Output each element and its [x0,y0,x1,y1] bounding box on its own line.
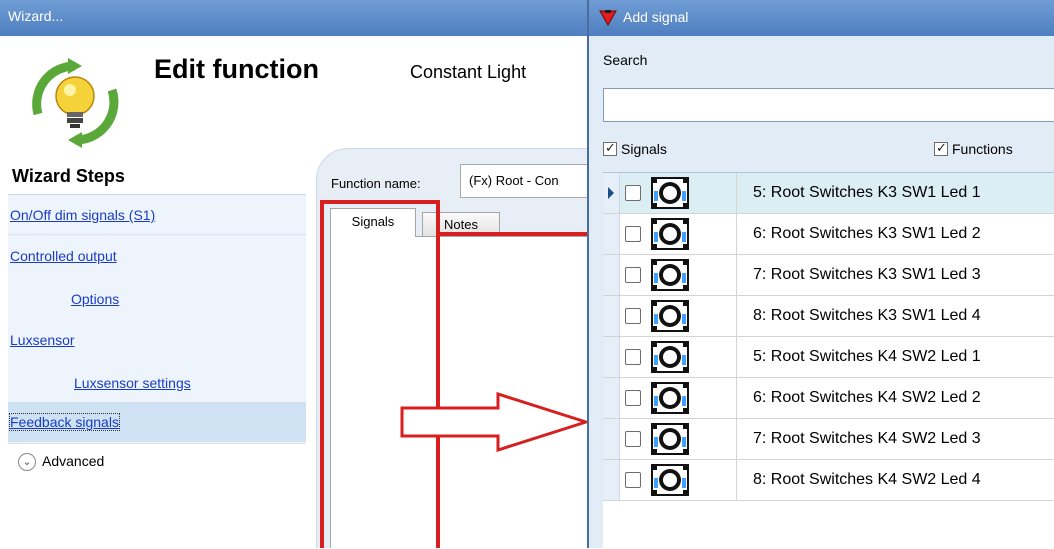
filter-functions-label: Functions [952,141,1013,158]
table-row[interactable]: 6: Root Switches K4 SW2 Led 2 [603,378,1054,419]
push-button-icon [651,341,689,373]
filter-signals[interactable]: Signals [603,140,667,157]
wizard-titlebar[interactable]: Wizard... [0,0,600,36]
push-button-icon [651,300,689,332]
push-button-icon [651,382,689,414]
row-checkbox[interactable] [625,349,641,365]
row-header[interactable] [603,337,620,377]
step-options[interactable]: Options [71,291,119,307]
dialog-title: Add signal [623,9,689,25]
signal-funnel-icon [599,10,617,26]
advanced-label: Advanced [42,453,105,469]
tab-signals[interactable]: Signals [330,208,416,237]
table-row[interactable]: 7: Root Switches K4 SW2 Led 3 [603,419,1054,460]
signal-label: 5: Root Switches K4 SW2 Led 1 [753,348,981,365]
wizard-title: Wizard... [8,8,64,24]
page-title: Edit function [154,54,319,84]
dialog-titlebar[interactable]: Add signal [589,0,1054,36]
column-divider [736,173,737,213]
push-button-icon [651,259,689,291]
row-header[interactable] [603,173,620,213]
signal-label: 8: Root Switches K3 SW1 Led 4 [753,307,981,324]
function-name-label: Function name: [331,176,421,191]
column-divider [736,419,737,459]
signals-checkbox[interactable] [603,140,617,157]
column-divider [736,337,737,377]
table-row[interactable]: 7: Root Switches K3 SW1 Led 3 [603,255,1054,296]
current-row-icon [608,187,614,199]
row-checkbox[interactable] [625,308,641,324]
step-divider [8,234,306,235]
table-row[interactable]: 8: Root Switches K4 SW2 Led 4 [603,460,1054,501]
row-checkbox[interactable] [625,267,641,283]
red-connector-line [440,232,600,236]
row-header[interactable] [603,419,620,459]
advanced-expander[interactable]: ⌄ Advanced [8,443,306,480]
row-checkbox[interactable] [625,472,641,488]
add-signal-dialog: Add signal Search Signals Functions 5: R… [587,0,1054,549]
push-button-icon [651,218,689,250]
step-feedback-row: Feedback signals [8,402,306,442]
row-checkbox[interactable] [625,390,641,406]
push-button-icon [651,177,689,209]
row-header[interactable] [603,214,620,254]
lightbulb-cycle-icon [32,58,119,148]
row-header[interactable] [603,460,620,500]
wizard-window: Wizard... Edit function Constant Light W… [0,0,600,548]
row-checkbox[interactable] [625,431,641,447]
signal-label: 8: Root Switches K4 SW2 Led 4 [753,471,981,488]
signal-label: 5: Root Switches K3 SW1 Led 1 [753,184,981,201]
step-luxsensor-settings[interactable]: Luxsensor settings [74,375,191,391]
search-label: Search [603,52,648,68]
row-checkbox[interactable] [625,226,641,242]
step-luxsensor[interactable]: Luxsensor [10,332,75,348]
function-name-input[interactable]: (Fx) Root - Con [460,164,600,198]
chevron-down-icon[interactable]: ⌄ [18,453,36,471]
signal-label: 7: Root Switches K3 SW1 Led 3 [753,266,981,283]
signal-label: 6: Root Switches K4 SW2 Led 2 [753,389,981,406]
row-header[interactable] [603,296,620,336]
push-button-icon [651,423,689,455]
push-button-icon [651,464,689,496]
step-controlled-output[interactable]: Controlled output [10,248,117,264]
column-divider [736,296,737,336]
search-input[interactable] [603,88,1054,122]
table-row[interactable]: 6: Root Switches K3 SW1 Led 2 [603,214,1054,255]
column-divider [736,378,737,418]
column-divider [736,460,737,500]
row-checkbox[interactable] [625,185,641,201]
signal-label: 7: Root Switches K4 SW2 Led 3 [753,430,981,447]
column-divider [736,255,737,295]
row-header[interactable] [603,378,620,418]
wizard-steps-panel: On/Off dim signals (S1) Controlled outpu… [8,194,306,548]
table-row[interactable]: 5: Root Switches K4 SW2 Led 1 [603,337,1054,378]
red-arrow-icon [400,392,590,452]
functions-checkbox[interactable] [934,140,948,157]
row-header[interactable] [603,255,620,295]
column-divider [736,214,737,254]
wizard-steps-heading: Wizard Steps [12,166,125,186]
signal-label: 6: Root Switches K3 SW1 Led 2 [753,225,981,242]
filter-signals-label: Signals [621,141,667,158]
table-row[interactable]: 8: Root Switches K3 SW1 Led 4 [603,296,1054,337]
steps-blank-area [8,479,306,548]
step-on-off-dim-signals[interactable]: On/Off dim signals (S1) [10,207,155,223]
step-feedback-signals[interactable]: Feedback signals [9,413,120,431]
function-type-label: Constant Light [410,62,527,82]
signal-grid: 5: Root Switches K3 SW1 Led 1 6: Root Sw… [603,172,1054,549]
filter-functions[interactable]: Functions [934,140,1013,157]
table-row[interactable]: 5: Root Switches K3 SW1 Led 1 [603,173,1054,214]
